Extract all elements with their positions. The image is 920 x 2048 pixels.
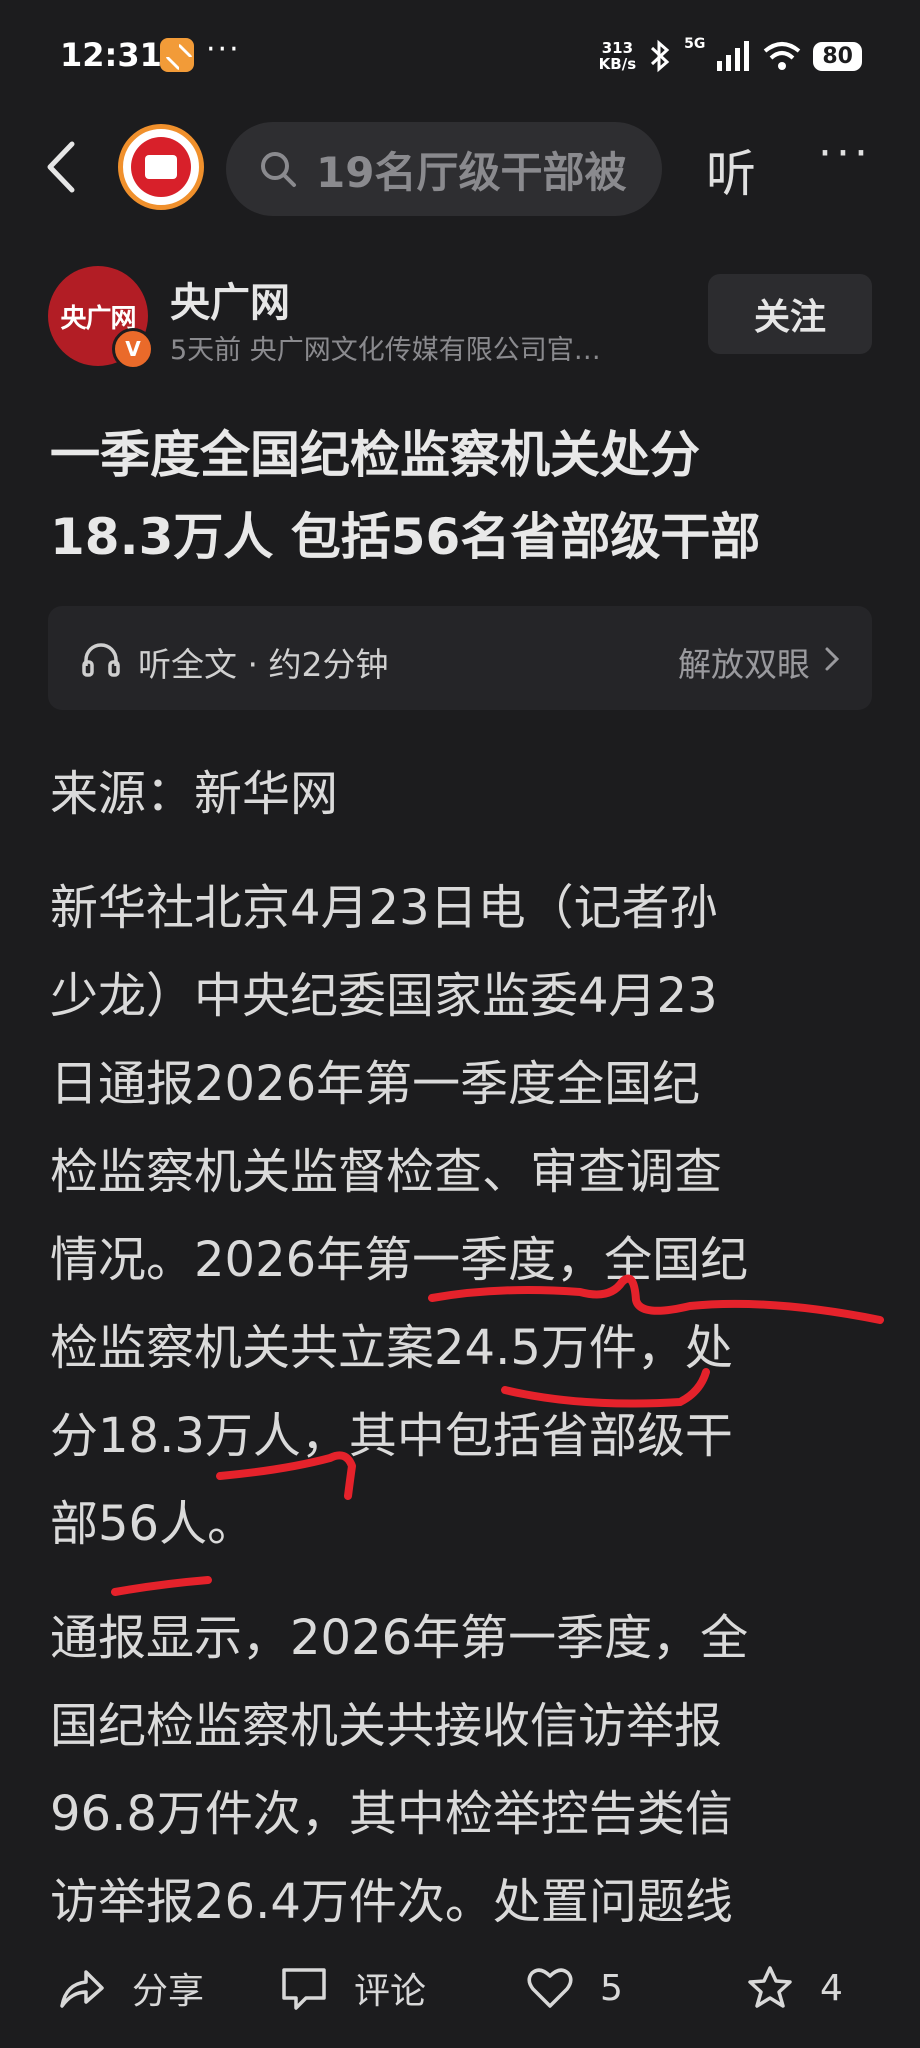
status-more-dots: ··· (206, 32, 241, 67)
headline-line: 18.3万人 包括56名省部级干部 (50, 508, 761, 566)
headline-line: 一季度全国纪检监察机关处分 (50, 426, 700, 484)
listen-full-text-bar[interactable]: 听全文 · 约2分钟 解放双眼 (48, 606, 872, 710)
bottom-action-bar: 分享 评论 5 4 (0, 1950, 920, 2048)
share-icon (60, 1970, 104, 2008)
paragraph-line: 96.8万件次，其中检举控告类信 (50, 1786, 733, 1842)
more-options-button[interactable]: ··· (818, 128, 872, 179)
verified-badge-icon: V (112, 328, 154, 370)
back-arrow-icon[interactable] (40, 140, 84, 194)
paragraph-line: 通报显示，2026年第一季度，全 (50, 1610, 749, 1666)
favorite-button[interactable]: 4 (746, 1958, 843, 2018)
comment-label: 评论 (354, 1971, 427, 2012)
headphones-icon (82, 643, 120, 677)
author-name[interactable]: 央广网 (170, 270, 290, 328)
paragraph-line: 分18.3万人，其中包括省部级干 (50, 1408, 733, 1464)
source-line: 来源：新华网 (50, 766, 339, 822)
chevron-right-icon (825, 647, 840, 671)
share-label: 分享 (132, 1971, 205, 2012)
author-meta: 5天前 央广网文化传媒有限公司官… (170, 335, 601, 366)
search-bar[interactable]: 19名厅级干部被 (226, 122, 662, 216)
status-time: 12:31 (60, 36, 162, 74)
annotation-stroke (111, 1576, 212, 1596)
network-speed: 313 KB/s (599, 40, 636, 72)
like-count: 5 (600, 1967, 623, 2009)
paragraph-line: 访举报26.4万件次。处置问题线 (50, 1874, 733, 1930)
wifi-icon (764, 42, 801, 70)
battery-level: 80 (813, 41, 862, 71)
search-icon (261, 152, 296, 187)
paragraph-line: 检监察机关监督检查、审查调查 (50, 1144, 723, 1200)
article-source: 来源：新华网 (50, 750, 890, 838)
comment-button[interactable]: 评论 (280, 1958, 426, 2018)
free-your-eyes-link[interactable]: 解放双眼 (678, 638, 810, 686)
paragraph-line: 新华社北京4月23日电（记者孙 (50, 880, 718, 936)
like-button[interactable]: 5 (526, 1958, 623, 2018)
author-row: 央广网 V 央广网 5天前 央广网文化传媒有限公司官… 关注 (0, 262, 920, 372)
network-speed-value: 313 (601, 39, 634, 57)
article-paragraph-2: 通报显示，2026年第一季度，全 国纪检监察机关共接收信访举报 96.8万件次，… (50, 1594, 890, 1946)
listen-button[interactable]: 听 (706, 134, 756, 206)
status-indicators: 313 KB/s 5G 80 (599, 34, 862, 78)
heart-icon (527, 1968, 573, 2008)
status-bar: 12:31 ··· 313 KB/s 5G 80 (0, 0, 920, 110)
star-icon (748, 1966, 792, 2008)
search-query-text: 19名厅级干部被 (316, 147, 627, 197)
top-nav: 19名厅级干部被 听 ··· (0, 112, 920, 222)
article-headline: 一季度全国纪检监察机关处分 18.3万人 包括56名省部级干部 (50, 414, 870, 578)
paragraph-line: 日通报2026年第一季度全国纪 (50, 1056, 701, 1112)
share-button[interactable]: 分享 (58, 1958, 204, 2018)
network-speed-unit: KB/s (598, 55, 637, 73)
listen-full-text-label: 听全文 · 约2分钟 (138, 645, 389, 684)
channel-avatar[interactable] (118, 124, 204, 210)
follow-button[interactable]: 关注 (708, 274, 872, 354)
paragraph-line: 检监察机关共立案24.5万件，处 (50, 1320, 733, 1376)
favorite-count: 4 (820, 1967, 843, 2009)
comment-icon (282, 1968, 326, 2010)
paragraph-line: 情况。2026年第一季度，全国纪 (50, 1232, 749, 1288)
bluetooth-icon (651, 39, 670, 73)
channel-avatar-image (131, 137, 191, 197)
paragraph-line: 少龙）中央纪委国家监委4月23 (50, 968, 718, 1024)
article-paragraph-1: 新华社北京4月23日电（记者孙 少龙）中央纪委国家监委4月23 日通报2026年… (50, 864, 890, 1568)
signal-icon (717, 41, 750, 71)
notification-app-icon (160, 38, 194, 72)
paragraph-line: 部56人。 (50, 1496, 256, 1552)
network-type: 5G (684, 36, 706, 52)
paragraph-line: 国纪检监察机关共接收信访举报 (50, 1698, 723, 1754)
